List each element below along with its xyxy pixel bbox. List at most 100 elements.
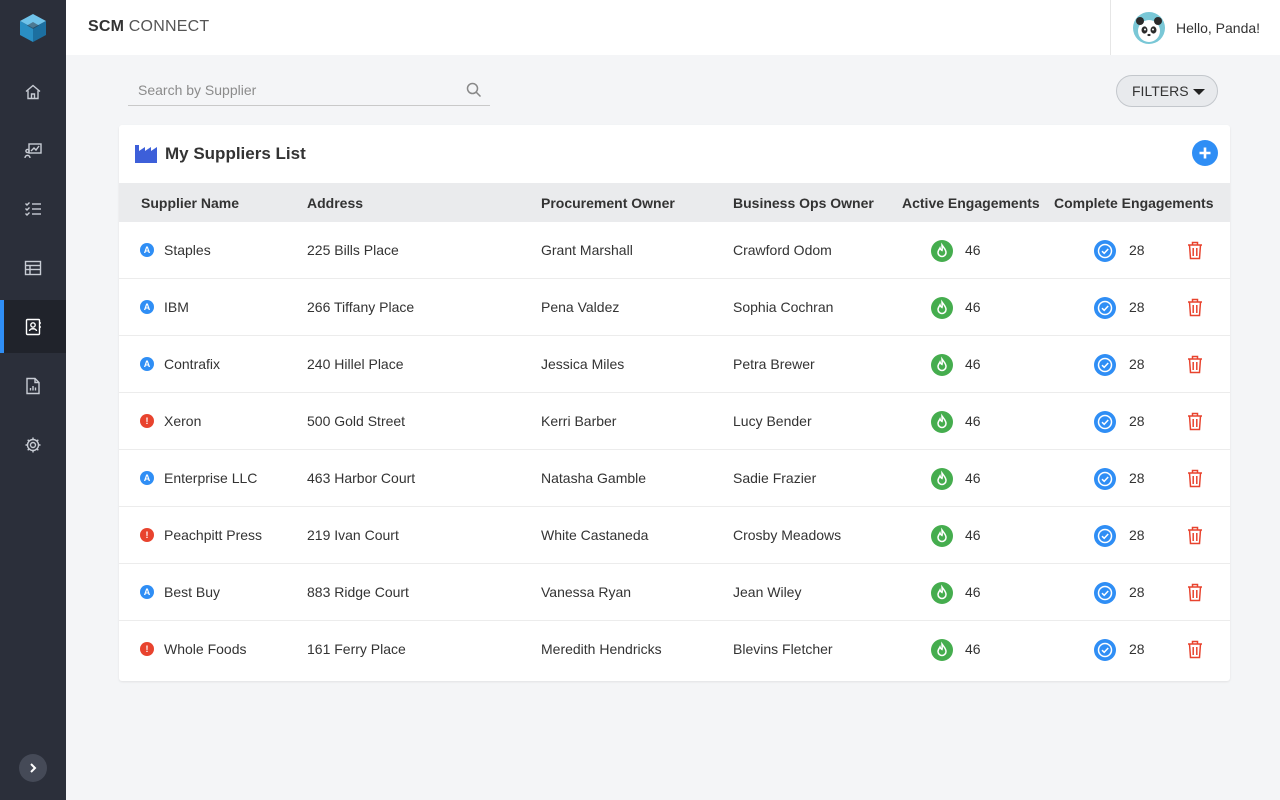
brand-title-bold: SCM bbox=[88, 18, 125, 35]
active-engagements-count: 46 bbox=[965, 527, 981, 543]
delete-icon[interactable] bbox=[1187, 640, 1203, 659]
business-ops-owner-cell: Sadie Frazier bbox=[733, 470, 817, 486]
table-row[interactable]: ! Xeron 500 Gold Street Kerri Barber Lucy Be… bbox=[119, 393, 1230, 450]
column-header-active-engagements[interactable]: Active Engagements bbox=[902, 195, 1040, 211]
supplier-name-cell[interactable]: Enterprise LLC bbox=[164, 470, 257, 486]
column-header-business-ops-owner[interactable]: Business Ops Owner bbox=[733, 195, 874, 211]
active-engagement-icon bbox=[931, 468, 953, 490]
supplier-name-cell[interactable]: Staples bbox=[164, 242, 211, 258]
delete-icon[interactable] bbox=[1187, 526, 1203, 545]
business-ops-owner-cell: Blevins Fletcher bbox=[733, 641, 833, 657]
complete-engagement-icon bbox=[1094, 525, 1116, 547]
address-cell: 240 Hillel Place bbox=[307, 356, 404, 372]
complete-engagement-icon bbox=[1094, 240, 1116, 262]
table-row[interactable]: A IBM 266 Tiffany Place Pena Valdez Sophia C… bbox=[119, 279, 1230, 336]
active-engagement-icon bbox=[931, 297, 953, 319]
avatar[interactable] bbox=[1133, 12, 1165, 44]
procurement-owner-cell: Jessica Miles bbox=[541, 356, 625, 372]
supplier-name-cell[interactable]: Whole Foods bbox=[164, 641, 246, 657]
table-row[interactable]: ! Peachpitt Press 219 Ivan Court White Cast… bbox=[119, 507, 1230, 564]
active-engagement-icon bbox=[931, 639, 953, 661]
header-divider bbox=[1110, 0, 1111, 55]
app-logo-icon[interactable] bbox=[19, 13, 47, 43]
chevron-right-icon bbox=[30, 763, 37, 773]
top-header: SCM CONNECT Hello, Panda! bbox=[66, 0, 1280, 55]
table-icon bbox=[24, 260, 42, 275]
business-ops-owner-cell: Crosby Meadows bbox=[733, 527, 842, 543]
supplier-search bbox=[128, 75, 490, 106]
brand-title[interactable]: SCM CONNECT bbox=[88, 18, 209, 36]
sidebar-item-settings[interactable] bbox=[0, 418, 66, 471]
status-badge: ! bbox=[140, 414, 154, 428]
sidebar-item-home[interactable] bbox=[0, 65, 66, 118]
sidebar-item-tasks[interactable] bbox=[0, 182, 66, 235]
table-row[interactable]: A Contrafix 240 Hillel Place Jessica Miles P… bbox=[119, 336, 1230, 393]
business-ops-owner-cell: Petra Brewer bbox=[733, 356, 815, 372]
table-row[interactable]: A Best Buy 883 Ridge Court Vanessa Ryan Jean… bbox=[119, 564, 1230, 621]
delete-icon[interactable] bbox=[1187, 355, 1203, 374]
user-greeting[interactable]: Hello, Panda! bbox=[1176, 20, 1260, 36]
address-cell: 225 Bills Place bbox=[307, 242, 399, 258]
supplier-name-cell[interactable]: Best Buy bbox=[164, 584, 220, 600]
table-row[interactable]: A Staples 225 Bills Place Grant Marshall Cra… bbox=[119, 222, 1230, 279]
plus-icon bbox=[1199, 147, 1211, 159]
address-cell: 219 Ivan Court bbox=[307, 527, 399, 543]
filters-button[interactable]: FILTERS bbox=[1116, 75, 1218, 107]
expand-sidebar-button[interactable] bbox=[19, 754, 47, 782]
complete-engagement-icon bbox=[1094, 468, 1116, 490]
supplier-name-cell[interactable]: Xeron bbox=[164, 413, 201, 429]
complete-engagements-count: 28 bbox=[1129, 470, 1145, 486]
table-row[interactable]: A Enterprise LLC 463 Harbor Court Natasha G… bbox=[119, 450, 1230, 507]
column-header-procurement-owner[interactable]: Procurement Owner bbox=[541, 195, 675, 211]
add-supplier-button[interactable] bbox=[1192, 140, 1218, 166]
active-engagements-count: 46 bbox=[965, 584, 981, 600]
factory-icon bbox=[135, 145, 157, 163]
complete-engagements-count: 28 bbox=[1129, 413, 1145, 429]
complete-engagements-count: 28 bbox=[1129, 356, 1145, 372]
supplier-name-cell[interactable]: Contrafix bbox=[164, 356, 220, 372]
column-header-complete-engagements[interactable]: Complete Engagements bbox=[1054, 195, 1213, 211]
delete-icon[interactable] bbox=[1187, 583, 1203, 602]
complete-engagements-count: 28 bbox=[1129, 641, 1145, 657]
column-header-supplier-name[interactable]: Supplier Name bbox=[141, 195, 239, 211]
complete-engagements-count: 28 bbox=[1129, 299, 1145, 315]
sidebar-item-presentation[interactable] bbox=[0, 124, 66, 177]
active-engagements-count: 46 bbox=[965, 356, 981, 372]
caret-down-icon bbox=[1193, 89, 1205, 95]
column-header-address[interactable]: Address bbox=[307, 195, 363, 211]
business-ops-owner-cell: Lucy Bender bbox=[733, 413, 812, 429]
status-badge: A bbox=[140, 585, 154, 599]
report-icon bbox=[26, 377, 40, 394]
delete-icon[interactable] bbox=[1187, 298, 1203, 317]
table-row[interactable]: ! Whole Foods 161 Ferry Place Meredith Hend… bbox=[119, 621, 1230, 678]
active-engagements-count: 46 bbox=[965, 299, 981, 315]
contacts-icon bbox=[25, 318, 41, 335]
delete-icon[interactable] bbox=[1187, 412, 1203, 431]
supplier-name-cell[interactable]: IBM bbox=[164, 299, 189, 315]
active-engagement-icon bbox=[931, 582, 953, 604]
active-engagements-count: 46 bbox=[965, 413, 981, 429]
page-title: My Suppliers List bbox=[165, 144, 306, 163]
delete-icon[interactable] bbox=[1187, 241, 1203, 260]
supplier-name-cell[interactable]: Peachpitt Press bbox=[164, 527, 262, 543]
procurement-owner-cell: Grant Marshall bbox=[541, 242, 633, 258]
home-icon bbox=[25, 84, 41, 99]
active-engagements-count: 46 bbox=[965, 641, 981, 657]
business-ops-owner-cell: Sophia Cochran bbox=[733, 299, 834, 315]
status-badge: ! bbox=[140, 642, 154, 656]
complete-engagements-count: 28 bbox=[1129, 527, 1145, 543]
sidebar-item-reports[interactable] bbox=[0, 359, 66, 412]
active-engagements-count: 46 bbox=[965, 242, 981, 258]
status-badge: ! bbox=[140, 528, 154, 542]
suppliers-card: My Suppliers List Supplier Name Address … bbox=[119, 125, 1230, 681]
delete-icon[interactable] bbox=[1187, 469, 1203, 488]
sidebar-item-table[interactable] bbox=[0, 241, 66, 294]
sidebar-item-suppliers[interactable] bbox=[0, 300, 66, 353]
active-engagement-icon bbox=[931, 354, 953, 376]
complete-engagements-count: 28 bbox=[1129, 242, 1145, 258]
search-input[interactable] bbox=[128, 75, 458, 105]
status-badge: A bbox=[140, 357, 154, 371]
search-icon[interactable] bbox=[466, 82, 482, 98]
address-cell: 266 Tiffany Place bbox=[307, 299, 415, 315]
settings-icon bbox=[25, 437, 41, 452]
